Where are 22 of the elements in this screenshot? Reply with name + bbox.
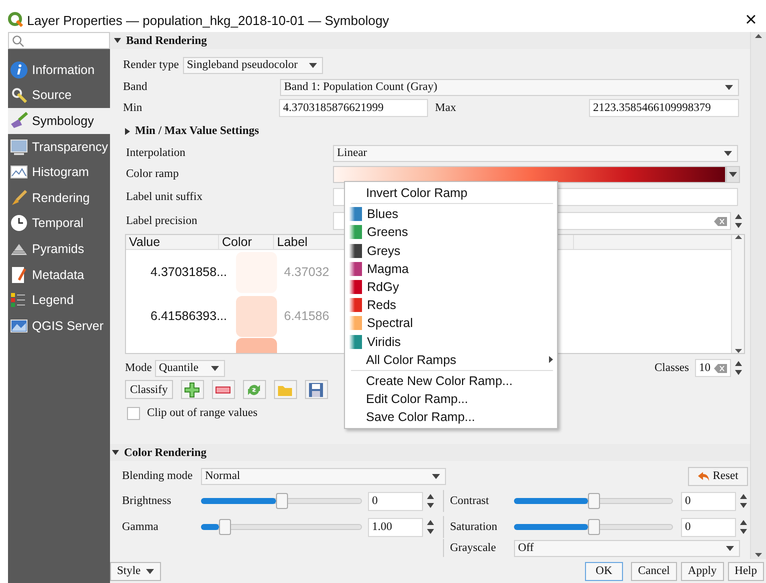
field-label: Saturation <box>450 521 498 533</box>
field-label: Max <box>435 102 458 114</box>
field-label: Interpolation <box>126 147 186 159</box>
table-cell-text: 6.41586393... <box>150 309 228 323</box>
field-label: Contrast <box>450 495 490 507</box>
window-title: Layer Properties — population_hkg_2018-10-01 — Symbology <box>27 12 390 28</box>
field-label: Min <box>123 102 144 114</box>
table-cell: 4.37032 <box>284 265 330 279</box>
field-label: Blending mode <box>122 470 194 482</box>
field-label: Label unit suffix <box>126 191 204 203</box>
field-label: Classes <box>654 362 689 374</box>
checkbox-label: Clip out of range values <box>147 407 258 419</box>
field-label: Render type <box>123 59 179 71</box>
field-label: Color ramp <box>126 168 180 180</box>
field-label: Gamma <box>122 521 160 533</box>
table-cell: 6.41586 <box>284 309 330 323</box>
field-label: Brightness <box>122 495 172 507</box>
field-label: Label precision <box>126 215 198 227</box>
table-cell-text: 4.37031858... <box>150 265 228 279</box>
field-label: Mode <box>125 362 152 374</box>
field-label: Grayscale <box>450 542 497 554</box>
field-label: Band <box>123 81 148 93</box>
